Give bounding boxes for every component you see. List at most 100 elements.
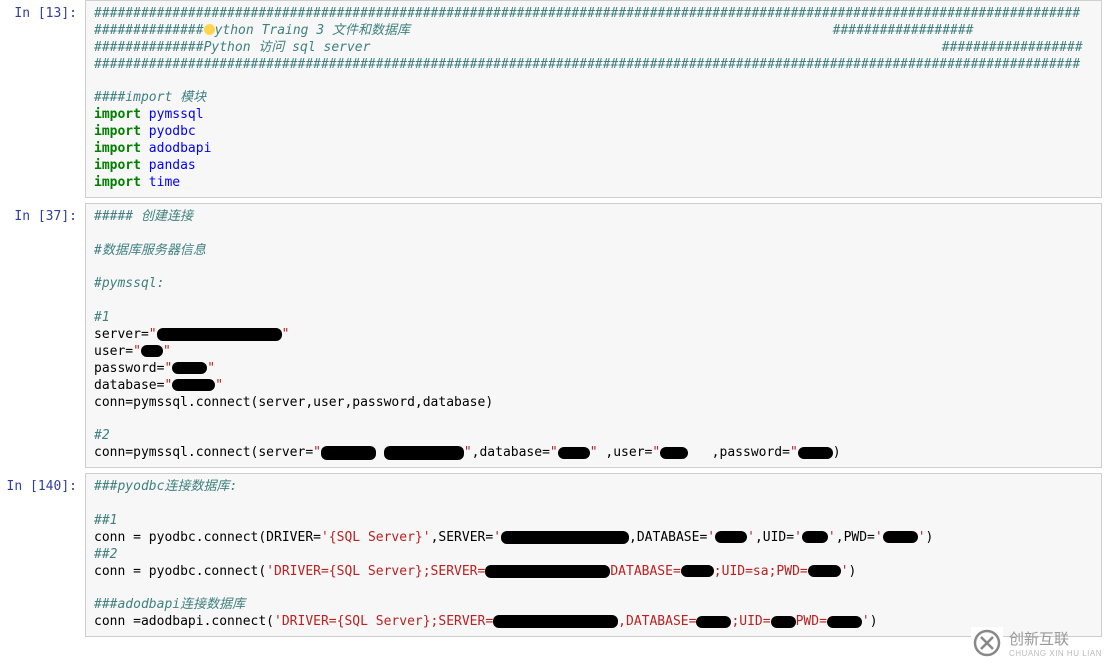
code-text: ,DATABASE= — [629, 530, 707, 545]
keyword: import — [94, 141, 141, 156]
code-text: ,password= — [688, 445, 790, 460]
code-input[interactable]: ##### 创建连接 #数据库服务器信息 #pymssql: #1 server… — [85, 203, 1102, 468]
redacted-block — [157, 328, 282, 341]
string: " — [590, 445, 598, 460]
string: " — [282, 327, 290, 342]
module-name: pyodbc — [149, 124, 196, 139]
code-text: conn = pyodbc.connect( — [94, 564, 266, 579]
comment-line: ##############Python 访问 sql server #####… — [94, 40, 1083, 55]
keyword: import — [94, 124, 141, 139]
module-name: pymssql — [149, 107, 204, 122]
cell-prompt: In [37]: — [0, 203, 85, 468]
comment-line: #1 — [94, 310, 110, 325]
comment-line: #pymssql: — [94, 276, 164, 291]
string: " — [164, 378, 172, 393]
string: ' — [493, 530, 501, 545]
brand-sub: CHUANG XIN HU LIAN — [1009, 649, 1102, 658]
string: PWD= — [796, 614, 827, 629]
redacted-block — [384, 446, 464, 460]
code-cell: In [140]: ###pyodbc连接数据库: ##1 conn = pyo… — [0, 473, 1110, 637]
redacted-block — [141, 345, 163, 357]
code-text: ,UID= — [755, 530, 794, 545]
comment-line: ##2 — [94, 547, 117, 562]
comment-line: ##### 创建连接 — [94, 209, 193, 224]
string: " — [133, 344, 141, 359]
redacted-block — [681, 565, 714, 577]
string: ;UID= — [731, 614, 770, 629]
comment-line: ython Traing 3 文件和数据库 ################## — [215, 23, 974, 38]
string: ' — [707, 530, 715, 545]
cell-prompt: In [13]: — [0, 0, 85, 198]
redacted-block — [493, 615, 618, 628]
redacted-block — [485, 565, 610, 578]
cursor-highlight — [204, 24, 215, 35]
code-text: server= — [94, 327, 149, 342]
code-text: ,user= — [598, 445, 653, 460]
comment-line: ###pyodbc连接数据库: — [94, 479, 237, 494]
redacted-block — [771, 616, 796, 628]
string: ' — [875, 530, 883, 545]
code-input[interactable]: ########################################… — [85, 0, 1102, 198]
string: ' — [862, 614, 870, 629]
string: " — [550, 445, 558, 460]
string: ,DATABASE= — [618, 614, 696, 629]
code-input[interactable]: ###pyodbc连接数据库: ##1 conn = pyodbc.connec… — [85, 473, 1102, 637]
code-text: conn =adodbapi.connect( — [94, 614, 274, 629]
string: ' — [747, 530, 755, 545]
string: " — [207, 361, 215, 376]
watermark-text: 创新互联 CHUANG XIN HU LIAN — [1009, 628, 1102, 658]
string: ' — [918, 530, 926, 545]
redacted-block — [321, 446, 376, 460]
code-cell: In [37]: ##### 创建连接 #数据库服务器信息 #pymssql: … — [0, 203, 1110, 468]
string: 'DRIVER={SQL Server};SERVER= — [274, 614, 493, 629]
code-text: database= — [94, 378, 164, 393]
comment-line: ####import 模块 — [94, 90, 206, 105]
string: DATABASE= — [610, 564, 680, 579]
code-text: conn=pymssql.connect(server= — [94, 445, 313, 460]
string: '{SQL Server}' — [321, 530, 431, 545]
string: ;UID=sa;PWD= — [714, 564, 808, 579]
redacted-block — [802, 531, 828, 543]
code-text: user= — [94, 344, 133, 359]
comment-line: ##1 — [94, 513, 117, 528]
redacted-block — [827, 616, 862, 628]
code-text: ,PWD= — [836, 530, 875, 545]
redacted-block — [715, 531, 747, 543]
comment-line: ########################################… — [94, 6, 1080, 21]
logo-icon — [971, 627, 1003, 659]
comment-line: #数据库服务器信息 — [94, 243, 206, 258]
code-text: ) — [870, 614, 878, 629]
redacted-block — [172, 379, 215, 391]
comment-line: ############## — [94, 23, 204, 38]
code-text: ,database= — [472, 445, 550, 460]
string: ' — [794, 530, 802, 545]
redacted-block — [798, 447, 833, 459]
code-text: ) — [926, 530, 934, 545]
redacted-block — [172, 362, 207, 374]
string: " — [149, 327, 157, 342]
module-name: time — [149, 175, 180, 190]
string: ' — [828, 530, 836, 545]
redacted-block — [696, 616, 731, 628]
keyword: import — [94, 158, 141, 173]
redacted-block — [660, 447, 688, 459]
code-text: ) — [849, 564, 857, 579]
brand-name: 创新互联 — [1009, 628, 1102, 649]
comment-line: ###adodbapi连接数据库 — [94, 597, 245, 612]
redacted-block — [501, 531, 629, 544]
redacted-block — [808, 565, 841, 577]
module-name: pandas — [149, 158, 196, 173]
string: " — [215, 378, 223, 393]
module-name: adodbapi — [149, 141, 212, 156]
comment-line: #2 — [94, 428, 110, 443]
redacted-block — [558, 447, 590, 459]
string: " — [163, 344, 171, 359]
code-text: conn = pyodbc.connect(DRIVER= — [94, 530, 321, 545]
code-text: ,SERVER= — [431, 530, 494, 545]
string: " — [164, 361, 172, 376]
keyword: import — [94, 175, 141, 190]
string: " — [313, 445, 321, 460]
code-text: password= — [94, 361, 164, 376]
code-cell: In [13]: ###############################… — [0, 0, 1110, 198]
keyword: import — [94, 107, 141, 122]
